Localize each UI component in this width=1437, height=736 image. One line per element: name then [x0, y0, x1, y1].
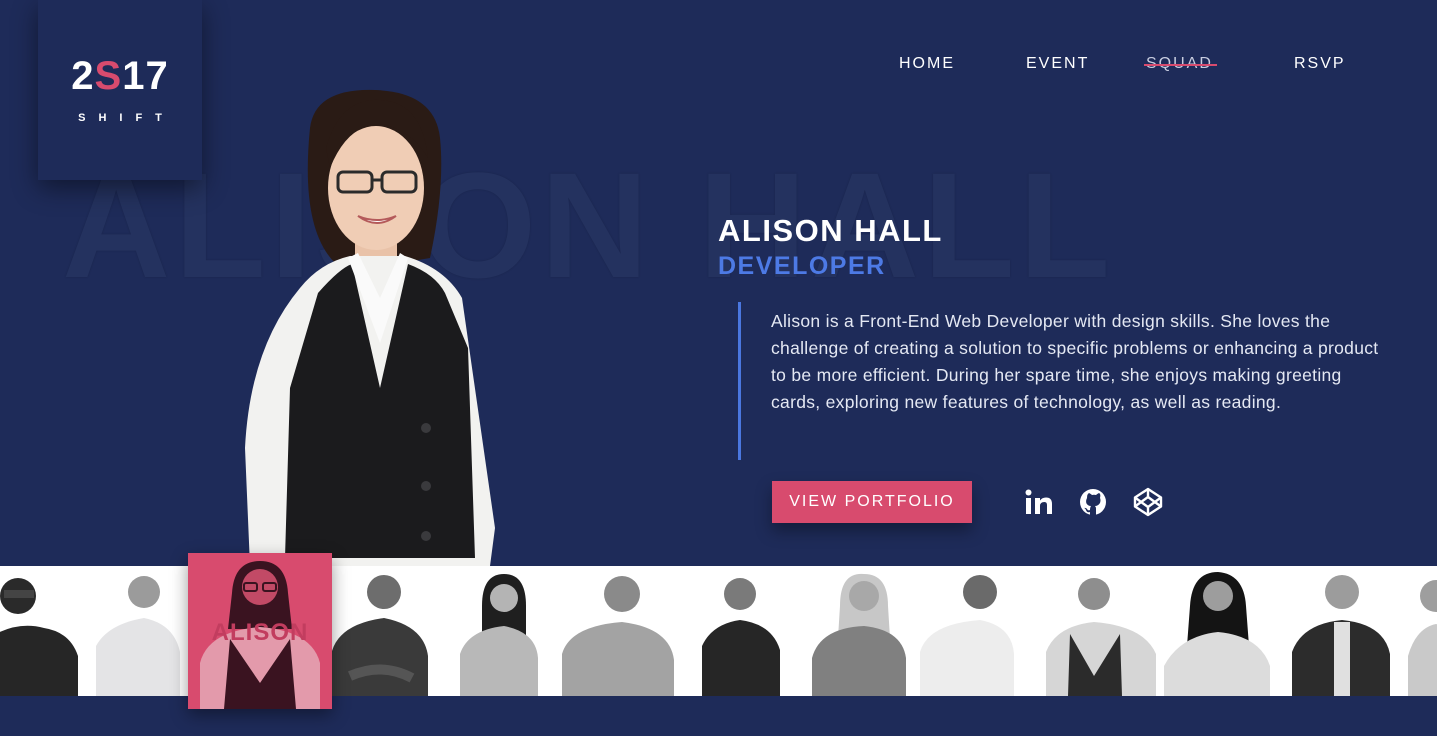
- nav-rsvp[interactable]: RSVP: [1294, 55, 1346, 73]
- squad-member-thumbnail[interactable]: [456, 566, 540, 696]
- linkedin-icon[interactable]: [1024, 487, 1054, 517]
- nav-event[interactable]: EVENT: [1026, 55, 1089, 73]
- selected-squad-member[interactable]: ALISON: [188, 553, 332, 709]
- nav-squad[interactable]: SQUAD: [1144, 55, 1217, 73]
- profile-photo: [245, 89, 495, 566]
- squad-member-thumbnail[interactable]: [560, 566, 676, 696]
- squad-member-thumbnail[interactable]: [810, 566, 908, 696]
- github-icon[interactable]: [1078, 487, 1108, 517]
- view-portfolio-button[interactable]: VIEW PORTFOLIO: [772, 481, 972, 523]
- squad-member-thumbnail[interactable]: [1044, 566, 1160, 696]
- squad-member-thumbnail[interactable]: [0, 566, 80, 696]
- selected-member-label: ALISON: [211, 619, 309, 646]
- bio-accent-bar: [738, 302, 741, 460]
- squad-member-thumbnail[interactable]: [1162, 566, 1272, 696]
- member-bio: Alison is a Front-End Web Developer with…: [771, 311, 1379, 412]
- logo[interactable]: 2 S 17 SHIFT: [38, 0, 202, 180]
- squad-member-thumbnail[interactable]: [918, 566, 1014, 696]
- logo-subtitle: SHIFT: [78, 112, 175, 124]
- squad-member-thumbnail[interactable]: [1406, 566, 1437, 696]
- squad-member-thumbnail[interactable]: [332, 566, 428, 696]
- codepen-icon[interactable]: [1133, 487, 1163, 517]
- main-nav: HOME EVENT SQUAD RSVP: [0, 55, 1437, 75]
- background-name-watermark: ALISON HALL: [62, 141, 1115, 309]
- member-name: ALISON HALL: [718, 213, 943, 248]
- squad-member-thumbnail[interactable]: [94, 566, 182, 696]
- member-role: DEVELOPER: [718, 252, 886, 280]
- nav-home[interactable]: HOME: [899, 55, 955, 73]
- squad-member-thumbnail[interactable]: [1292, 566, 1392, 696]
- squad-member-thumbnail[interactable]: [700, 566, 782, 696]
